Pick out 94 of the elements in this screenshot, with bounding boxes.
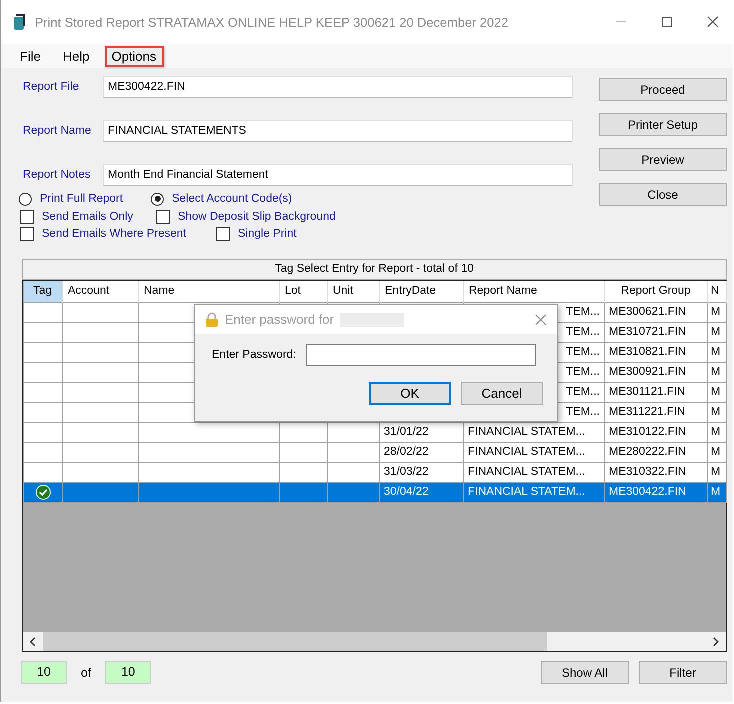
table-cell: M xyxy=(708,422,726,442)
count-field: 10 xyxy=(105,661,152,684)
action-button[interactable]: Show All xyxy=(541,661,629,684)
dialog-title: Enter password for xyxy=(225,312,334,327)
checkbox[interactable] xyxy=(216,227,230,241)
field-label: Report Name xyxy=(23,125,92,137)
table-cell: 31/01/22 xyxy=(380,422,464,442)
checkbox-label: Show Deposit Slip Background xyxy=(178,211,336,223)
table-cell: M xyxy=(708,462,726,482)
table-cell: ME310821.FIN xyxy=(604,342,708,362)
table-cell: FINANCIAL STATEM... xyxy=(464,442,604,462)
column-header[interactable]: EntryDate xyxy=(380,281,464,302)
menu-item[interactable]: Options xyxy=(104,46,164,66)
table-cell: 28/02/22 xyxy=(380,442,464,462)
tag-cell[interactable] xyxy=(24,302,62,322)
horizontal-scrollbar[interactable] xyxy=(23,632,726,651)
column-header[interactable]: N xyxy=(708,281,726,302)
count-field: 10 xyxy=(21,661,67,684)
table-cell: ME310122.FIN xyxy=(604,422,708,442)
field-label: Report File xyxy=(23,81,80,93)
dialog-button[interactable]: OK xyxy=(369,382,451,405)
checkbox[interactable] xyxy=(20,210,34,224)
table-cell: FINANCIAL STATEM... xyxy=(464,462,604,482)
tag-cell[interactable] xyxy=(24,362,62,382)
checkbox-label: Send Emails Only xyxy=(42,211,134,223)
table-cell: M xyxy=(708,322,726,342)
action-button[interactable]: Close xyxy=(599,183,727,206)
app-icon xyxy=(13,13,27,31)
padlock-icon xyxy=(205,312,219,328)
table-cell: M xyxy=(708,442,726,462)
tag-cell[interactable] xyxy=(24,402,62,422)
tag-cell[interactable] xyxy=(24,462,62,482)
action-button[interactable]: Printer Setup xyxy=(599,113,727,136)
radio-button[interactable] xyxy=(151,192,164,206)
table-cell: ME280222.FIN xyxy=(604,442,708,462)
checkbox[interactable] xyxy=(156,210,170,224)
scroll-left-icon xyxy=(29,636,37,646)
count-label: of xyxy=(81,666,92,680)
tag-cell[interactable] xyxy=(24,482,62,502)
checkbox[interactable] xyxy=(20,227,34,241)
table-cell: ME311221.FIN xyxy=(604,402,708,422)
window-title: Print Stored Report STRATAMAX ONLINE HELP KEEP 300621 20 December 2022 xyxy=(35,14,510,30)
column-header[interactable]: Report Name xyxy=(464,281,604,302)
tag-cell[interactable] xyxy=(24,342,62,362)
table-cell: ME310721.FIN xyxy=(604,322,708,342)
radio-label: Select Account Code(s) xyxy=(172,193,292,205)
column-header[interactable]: Tag xyxy=(24,281,62,302)
checkbox-label: Single Print xyxy=(238,228,297,240)
table-cell: ME300422.FIN xyxy=(604,482,708,502)
menu-item[interactable]: Help xyxy=(56,46,97,66)
column-header[interactable]: Report Group xyxy=(604,281,708,302)
password-field[interactable] xyxy=(306,344,536,366)
scroll-thumb[interactable] xyxy=(43,632,547,651)
dialog-button[interactable]: Cancel xyxy=(461,382,543,405)
table-cell: M xyxy=(708,362,726,382)
table-cell: 30/04/22 xyxy=(380,482,464,502)
action-button[interactable]: Proceed xyxy=(599,78,727,101)
field-label: Report Notes xyxy=(23,169,92,181)
column-header[interactable]: Lot xyxy=(280,281,328,302)
table-cell: ME310322.FIN xyxy=(604,462,708,482)
text-field[interactable]: ME300422.FIN xyxy=(103,76,573,98)
text-field[interactable]: FINANCIAL STATEMENTS xyxy=(103,120,573,142)
table-cell: FINANCIAL STATEM... xyxy=(464,422,604,442)
close-icon xyxy=(535,314,547,326)
maximize-icon xyxy=(661,16,673,28)
table-cell: M xyxy=(708,402,726,422)
tag-cell[interactable] xyxy=(24,422,62,442)
column-header[interactable]: Name xyxy=(138,281,280,302)
tag-cell[interactable] xyxy=(24,382,62,402)
table-cell: M xyxy=(708,482,726,502)
tag-cell[interactable] xyxy=(24,442,62,462)
radio-button[interactable] xyxy=(19,192,32,206)
table-cell: M xyxy=(708,382,726,402)
table-cell: 31/03/22 xyxy=(380,462,464,482)
radio-label: Print Full Report xyxy=(40,193,124,205)
field-label: Enter Password: xyxy=(212,349,296,361)
checkbox-label: Send Emails Where Present xyxy=(42,228,186,240)
table-cell: ME301121.FIN xyxy=(604,382,708,402)
text-field[interactable]: Month End Financial Statement xyxy=(103,164,573,186)
action-button[interactable]: Filter xyxy=(639,661,727,684)
table-caption: Tag Select Entry for Report - total of 10 xyxy=(22,259,727,280)
column-header[interactable]: Account xyxy=(62,281,138,302)
menu-item[interactable]: File xyxy=(13,46,48,66)
table-cell: FINANCIAL STATEM... xyxy=(464,482,604,502)
table-cell: M xyxy=(708,302,726,322)
action-button[interactable]: Preview xyxy=(599,148,727,171)
tag-cell[interactable] xyxy=(24,322,62,342)
table-cell: ME300621.FIN xyxy=(604,302,708,322)
scroll-right-icon xyxy=(712,636,720,646)
close-icon xyxy=(707,16,719,28)
check-circle-icon xyxy=(36,484,50,500)
table-cell: M xyxy=(708,342,726,362)
table-cell: ME300921.FIN xyxy=(604,362,708,382)
column-header[interactable]: Unit xyxy=(328,281,380,302)
